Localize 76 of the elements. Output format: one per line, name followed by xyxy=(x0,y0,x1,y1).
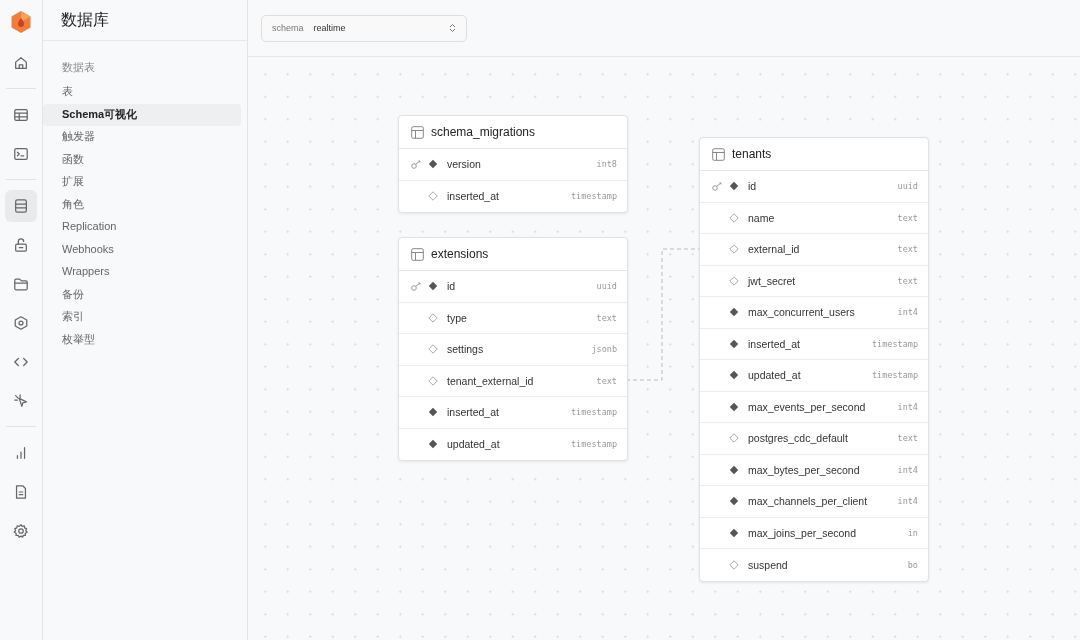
column-name: name xyxy=(748,211,776,224)
column-type: in xyxy=(907,527,918,538)
column-name: type xyxy=(447,311,468,324)
pointer-icon xyxy=(13,392,29,409)
column-name: max_bytes_per_second xyxy=(748,463,861,476)
column-type: int4 xyxy=(897,401,918,412)
logo-icon[interactable] xyxy=(10,10,32,34)
column-type: jsonb xyxy=(591,344,617,355)
table-name: schema_migrations xyxy=(431,125,536,139)
column-name: max_joins_per_second xyxy=(748,526,857,539)
section-label: 数据表 xyxy=(62,60,96,75)
sidebar-item[interactable]: Replication xyxy=(43,216,241,239)
sidebar-item[interactable]: Wrappers xyxy=(43,261,241,284)
sidebar-item[interactable]: 枚举型 xyxy=(43,328,241,351)
sidebar-item[interactable]: Webhooks xyxy=(43,238,241,261)
schema-select[interactable]: schema realtime xyxy=(261,14,467,42)
sidebar-item[interactable]: 触发器 xyxy=(43,126,241,149)
column-name: updated_at xyxy=(447,438,501,451)
column-name: external_id xyxy=(748,243,801,256)
document-icon xyxy=(13,483,29,500)
table-icon xyxy=(411,125,424,139)
column-name: inserted_at xyxy=(748,337,801,350)
sidebar-item[interactable]: 表 xyxy=(43,81,241,104)
chevron-icon xyxy=(449,23,456,33)
column-name: tenant_external_id xyxy=(447,374,535,387)
sidebar-item[interactable]: 索引 xyxy=(43,306,241,329)
column-type: uuid xyxy=(596,281,617,292)
sidebar-item[interactable]: 角色 xyxy=(43,193,241,216)
column-type: int4 xyxy=(897,307,918,318)
column-name: version xyxy=(447,158,482,171)
table-icon xyxy=(712,147,725,161)
table-name: tenants xyxy=(732,147,772,161)
column-type: text xyxy=(897,212,918,223)
sidebar-item[interactable]: 备份 xyxy=(43,283,241,306)
column-type: timestamp xyxy=(871,370,918,381)
column-name: max_concurrent_users xyxy=(748,306,856,319)
table-name: extensions xyxy=(431,247,489,261)
column-type: int8 xyxy=(596,159,617,170)
column-type: timestamp xyxy=(871,338,918,349)
table-icon xyxy=(411,247,424,261)
column-type: int4 xyxy=(897,496,918,507)
column-type: timestamp xyxy=(570,439,617,450)
column-type: int4 xyxy=(897,464,918,475)
column-name: suspend xyxy=(748,558,789,571)
column-type: timestamp xyxy=(570,407,617,418)
settings-icon xyxy=(13,522,29,539)
sidebar-title: 数据库 xyxy=(61,9,109,30)
column-type: text xyxy=(897,244,918,255)
folder-icon xyxy=(13,275,29,292)
column-name: settings xyxy=(447,343,485,356)
column-name: max_channels_per_client xyxy=(748,495,869,508)
column-type: uuid xyxy=(897,181,918,192)
column-name: updated_at xyxy=(748,369,802,382)
column-type: text xyxy=(897,433,918,444)
column-name: inserted_at xyxy=(447,190,500,203)
sidebar-item[interactable]: 扩展 xyxy=(43,171,241,194)
lock-icon xyxy=(13,236,29,253)
hexagon-icon xyxy=(13,314,29,331)
column-type: text xyxy=(596,375,617,386)
column-name: inserted_at xyxy=(447,406,500,419)
home-icon xyxy=(13,54,29,71)
sidebar-item[interactable]: Schema可视化 xyxy=(43,103,241,126)
sidebar-item[interactable]: 函数 xyxy=(43,148,241,171)
column-type: bo xyxy=(907,559,918,570)
column-name: postgres_cdc_default xyxy=(748,432,849,445)
database-nav-button[interactable] xyxy=(5,189,37,222)
column-name: max_events_per_second xyxy=(748,400,867,413)
column-name: id xyxy=(748,180,758,193)
column-name: jwt_secret xyxy=(748,274,797,287)
terminal-icon xyxy=(13,145,29,162)
column-type: text xyxy=(897,275,918,286)
column-type: timestamp xyxy=(570,191,617,202)
database-icon xyxy=(13,197,29,214)
column-type: text xyxy=(596,312,617,323)
table-icon xyxy=(13,106,29,123)
column-name: id xyxy=(447,280,457,293)
